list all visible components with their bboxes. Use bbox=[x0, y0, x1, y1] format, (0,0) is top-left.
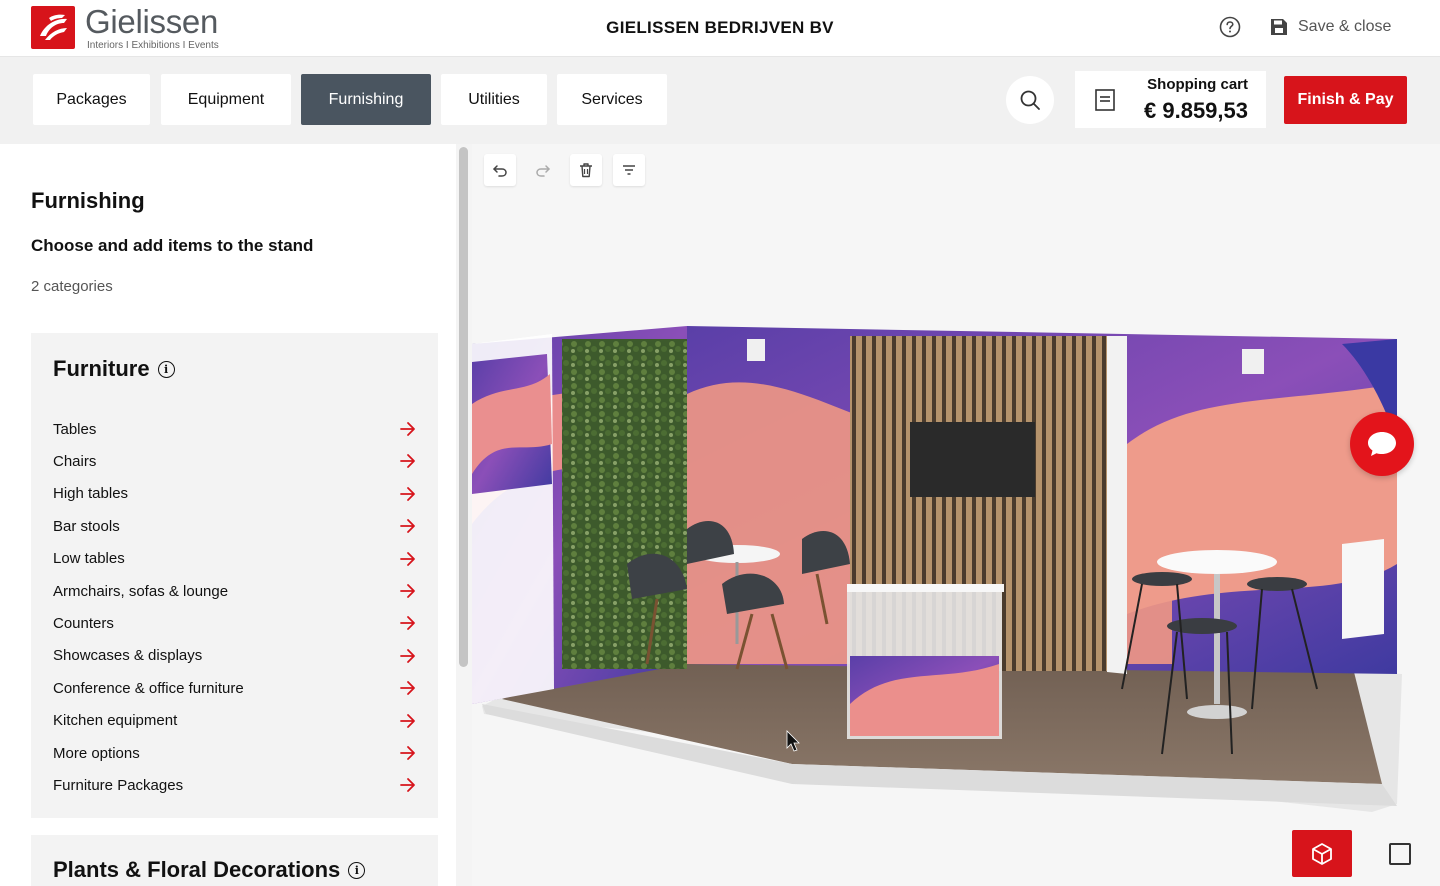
floppy-disk-icon bbox=[1271, 19, 1287, 35]
save-close-label: Save & close bbox=[1298, 18, 1392, 35]
arrow-right-icon bbox=[400, 713, 415, 728]
cart-title: Shopping cart bbox=[1147, 76, 1248, 93]
tab-utilities[interactable]: Utilities bbox=[441, 74, 547, 125]
category-item[interactable]: Conference & office furniture bbox=[53, 676, 417, 700]
furniture-card: Furniture i Tables Chairs High tables Bar s… bbox=[31, 333, 438, 818]
category-item-label: Kitchen equipment bbox=[53, 712, 178, 730]
arrow-right-icon bbox=[400, 486, 415, 501]
furniture-title: Furniture i bbox=[53, 356, 175, 382]
category-item[interactable]: Counters bbox=[53, 611, 417, 635]
category-item-label: Counters bbox=[53, 614, 114, 632]
info-icon[interactable]: i bbox=[157, 360, 175, 378]
category-item-label: Furniture Packages bbox=[53, 776, 184, 794]
cube-icon bbox=[1312, 842, 1332, 865]
panel-subtitle: Choose and add items to the stand bbox=[31, 236, 314, 255]
category-count: 2 categories bbox=[31, 278, 113, 295]
arrow-right-icon bbox=[400, 681, 415, 696]
tab-equipment[interactable]: Equipment bbox=[161, 74, 291, 125]
shopping-cart-button[interactable]: Shopping cart € 9.859,53 bbox=[1075, 71, 1266, 128]
arrow-right-icon bbox=[400, 519, 415, 534]
category-item[interactable]: Bar stools bbox=[53, 514, 417, 538]
arrow-right-icon bbox=[400, 616, 415, 631]
arrow-right-icon bbox=[400, 551, 415, 566]
category-item[interactable]: Armchairs, sofas & lounge bbox=[53, 579, 417, 603]
arrow-right-icon bbox=[400, 454, 415, 469]
category-item-label: Armchairs, sofas & lounge bbox=[53, 582, 229, 600]
plants-card: Plants & Floral Decorations i bbox=[31, 835, 438, 886]
plants-title[interactable]: Plants & Floral Decorations i bbox=[53, 857, 366, 883]
arrow-right-icon bbox=[400, 778, 415, 793]
category-item-label: Low tables bbox=[53, 550, 125, 568]
cart-amount: € 9.859,53 bbox=[1144, 98, 1248, 123]
tab-label: Furnishing bbox=[328, 90, 404, 108]
save-close-button[interactable]: Save & close bbox=[1270, 18, 1391, 36]
logo-tagline: Interiors I Exhibitions I Events bbox=[87, 40, 219, 51]
category-item[interactable]: Low tables bbox=[53, 547, 417, 571]
category-item[interactable]: More options bbox=[53, 741, 417, 765]
view-2d-button[interactable] bbox=[1389, 843, 1411, 865]
search-button[interactable] bbox=[1006, 76, 1054, 124]
app-header: Gielissen Interiors I Exhibitions I Even… bbox=[0, 0, 1440, 57]
receipt-icon bbox=[1095, 89, 1115, 111]
view-3d-button[interactable] bbox=[1292, 830, 1352, 877]
furniture-title-text: Furniture bbox=[53, 356, 150, 381]
category-item-label: Chairs bbox=[53, 452, 97, 470]
category-item[interactable]: Tables bbox=[53, 417, 417, 441]
panel-scrollbar-thumb[interactable] bbox=[459, 147, 468, 667]
panel-title: Furnishing bbox=[31, 188, 145, 213]
stand-render[interactable] bbox=[472, 144, 1440, 886]
category-item-label: High tables bbox=[53, 485, 129, 503]
category-item[interactable]: Furniture Packages bbox=[53, 773, 417, 797]
category-item-label: Tables bbox=[53, 420, 97, 438]
plants-title-text: Plants & Floral Decorations bbox=[53, 857, 341, 882]
finish-pay-label: Finish & Pay bbox=[1297, 91, 1394, 108]
category-navbar: Packages Equipment Furnishing Utilities … bbox=[0, 57, 1440, 144]
tab-packages[interactable]: Packages bbox=[33, 74, 150, 125]
help-circle-icon[interactable] bbox=[1219, 16, 1241, 38]
tab-services[interactable]: Services bbox=[557, 74, 667, 125]
search-icon bbox=[1020, 90, 1040, 110]
arrow-right-icon bbox=[400, 648, 415, 663]
arrow-right-icon bbox=[400, 746, 415, 760]
arrow-right-icon bbox=[400, 584, 415, 598]
category-item[interactable]: High tables bbox=[53, 482, 417, 506]
category-item[interactable]: Chairs bbox=[53, 449, 417, 473]
category-item-label: Conference & office furniture bbox=[53, 679, 244, 697]
finish-pay-button[interactable]: Finish & Pay bbox=[1284, 76, 1407, 124]
tab-furnishing[interactable]: Furnishing bbox=[301, 74, 431, 125]
category-item-label: Showcases & displays bbox=[53, 647, 203, 665]
category-item-label: More options bbox=[53, 744, 140, 762]
category-item[interactable]: Kitchen equipment bbox=[53, 709, 417, 733]
arrow-right-icon bbox=[400, 422, 415, 436]
stand-3d-canvas[interactable] bbox=[472, 144, 1440, 886]
tab-label: Equipment bbox=[187, 90, 265, 108]
category-item[interactable]: Showcases & displays bbox=[53, 644, 417, 668]
chat-icon bbox=[1368, 432, 1396, 456]
category-item-label: Bar stools bbox=[53, 517, 120, 535]
tab-label: Utilities bbox=[468, 90, 520, 108]
tab-label: Packages bbox=[56, 90, 127, 108]
furnishing-panel: Furnishing Choose and add items to the s… bbox=[0, 144, 456, 886]
info-icon[interactable]: i bbox=[348, 861, 366, 879]
tab-label: Services bbox=[581, 90, 643, 108]
chat-button[interactable] bbox=[1350, 412, 1414, 476]
